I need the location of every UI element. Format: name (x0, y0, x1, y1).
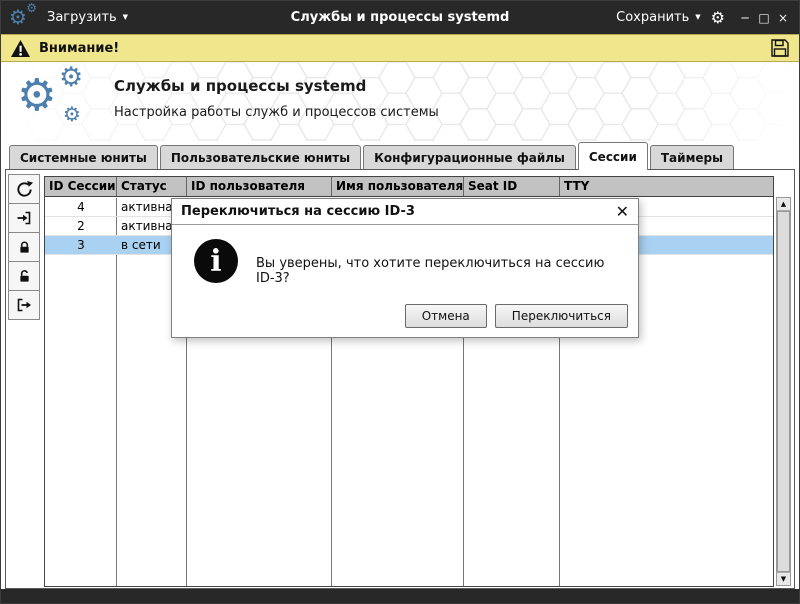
dialog-title: Переключиться на сессию ID-3 (181, 204, 415, 219)
header-text: Службы и процессы systemd Настройка рабо… (114, 77, 439, 120)
scroll-up-button[interactable]: ▲ (777, 198, 790, 211)
app-header: ⚙ ⚙ ⚙ Службы и процессы systemd Настройк… (1, 62, 799, 141)
tab-bar: Системные юниты Пользовательские юниты К… (5, 141, 795, 170)
tab-user-units[interactable]: Пользовательские юниты (159, 145, 362, 169)
maximize-button[interactable]: □ (756, 11, 772, 25)
col-user-id[interactable]: ID пользователя (187, 177, 332, 196)
unlock-session-button[interactable] (8, 261, 40, 291)
cancel-button[interactable]: Отмена (404, 304, 487, 328)
login-arrow-icon (17, 211, 31, 225)
titlebar: Службы и процессы systemd ⚙ ⚙ Загрузить ▼… (1, 1, 799, 34)
warning-bar: Внимание! (1, 34, 799, 62)
chevron-down-icon: ▼ (122, 13, 129, 21)
col-user-name[interactable]: Имя пользователя (332, 177, 464, 196)
chevron-down-icon: ▼ (695, 13, 701, 21)
close-icon[interactable]: ✕ (616, 203, 629, 220)
app-gears-icon: ⚙ ⚙ (9, 0, 37, 29)
footer-bar (1, 589, 799, 603)
switch-session-button[interactable] (8, 203, 40, 233)
side-toolbar (8, 174, 41, 320)
window-controls: ─ □ × (737, 11, 791, 25)
page-subtitle: Настройка работы служб и процессов систе… (114, 105, 439, 120)
scroll-down-button[interactable]: ▼ (777, 572, 790, 585)
tab-system-units[interactable]: Системные юниты (9, 145, 158, 169)
dialog-titlebar[interactable]: Переключиться на сессию ID-3 ✕ (172, 199, 638, 225)
settings-gear-icon[interactable]: ⚙ (711, 8, 725, 27)
session-id-cell: 2 (77, 219, 85, 233)
unlock-icon (19, 269, 29, 282)
confirm-button[interactable]: Переключиться (494, 304, 628, 328)
session-id-cell: 3 (77, 238, 85, 252)
terminate-session-button[interactable] (8, 290, 40, 320)
page-title: Службы и процессы systemd (114, 77, 367, 95)
col-status[interactable]: Статус (117, 177, 187, 196)
lock-icon (19, 241, 29, 253)
session-id-cell: 4 (77, 200, 85, 214)
warning-triangle-icon (11, 39, 30, 57)
tab-timers[interactable]: Таймеры (649, 145, 734, 169)
load-menu-button[interactable]: Загрузить ▼ (47, 10, 128, 25)
col-session-id[interactable]: ID Сессии (45, 177, 117, 196)
titlebar-left: ⚙ ⚙ Загрузить ▼ (9, 0, 128, 31)
info-icon: i (194, 239, 238, 283)
tab-config-files[interactable]: Конфигурационные файлы (363, 145, 576, 169)
warning-label: Внимание! (39, 40, 120, 56)
scrollbar-thumb[interactable] (777, 211, 790, 572)
vertical-scrollbar[interactable]: ▲ ▼ (776, 197, 791, 586)
load-menu-label: Загрузить (47, 10, 117, 25)
logout-arrow-icon (17, 298, 31, 312)
floppy-save-icon[interactable] (770, 38, 790, 58)
col-seat-id[interactable]: Seat ID (464, 177, 560, 196)
column-divider (116, 198, 117, 586)
app-window: Службы и процессы systemd ⚙ ⚙ Загрузить ▼… (0, 0, 800, 604)
save-menu-label: Сохранить (616, 10, 690, 25)
app-logo-gears-icon: ⚙ ⚙ ⚙ (17, 62, 84, 126)
titlebar-right: Сохранить ▼ ⚙ ─ □ × (616, 8, 791, 27)
table-header: ID Сессии Статус ID пользователя Имя пол… (45, 177, 773, 197)
close-button[interactable]: × (775, 11, 791, 25)
lock-session-button[interactable] (8, 232, 40, 262)
refresh-icon (16, 180, 33, 197)
save-menu-button[interactable]: Сохранить ▼ (616, 10, 701, 25)
dialog-message: Вы уверены, что хотите переключиться на … (256, 256, 605, 286)
confirm-switch-dialog: Переключиться на сессию ID-3 ✕ i Вы увер… (171, 198, 639, 338)
col-tty[interactable]: TTY (560, 177, 773, 196)
tab-sessions[interactable]: Сессии (577, 142, 648, 170)
minimize-button[interactable]: ─ (737, 11, 753, 25)
dialog-buttons: Отмена Переключиться (404, 304, 628, 328)
refresh-button[interactable] (8, 174, 40, 204)
